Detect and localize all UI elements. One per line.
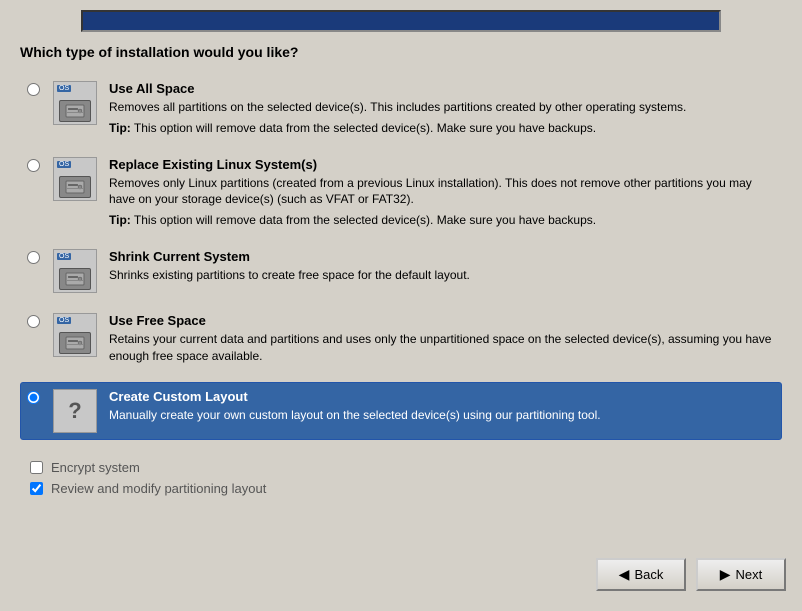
navigation-buttons: ◀ Back ▶ Next — [596, 558, 786, 591]
back-button[interactable]: ◀ Back — [596, 558, 686, 591]
radio-use-all-space[interactable] — [27, 83, 40, 96]
option-row-use-all-space[interactable]: OS Use All Space Removes all partitions o… — [20, 74, 782, 144]
next-icon: ▶ — [720, 566, 731, 583]
option-desc-use-free-space: Retains your current data and partitions… — [109, 331, 775, 365]
question-icon-create-custom: ? — [53, 389, 97, 433]
review-label: Review and modify partitioning layout — [51, 481, 266, 496]
option-title-create-custom: Create Custom Layout — [109, 389, 775, 404]
option-desc-use-all-space: Removes all partitions on the selected d… — [109, 99, 775, 116]
options-list: OS Use All Space Removes all partitions o… — [20, 74, 782, 440]
back-label: Back — [634, 567, 663, 582]
option-title-shrink-current: Shrink Current System — [109, 249, 775, 264]
radio-replace-linux[interactable] — [27, 159, 40, 172]
radio-use-free-space[interactable] — [27, 315, 40, 328]
option-tip-replace-linux: Tip: This option will remove data from t… — [109, 212, 775, 229]
checkboxes-section: Encrypt system Review and modify partiti… — [20, 460, 782, 496]
progress-bar — [81, 10, 721, 32]
main-content: Which type of installation would you lik… — [0, 32, 802, 512]
option-title-replace-linux: Replace Existing Linux System(s) — [109, 157, 775, 172]
option-title-use-all-space: Use All Space — [109, 81, 775, 96]
next-button[interactable]: ▶ Next — [696, 558, 786, 591]
radio-shrink-current[interactable] — [27, 251, 40, 264]
encrypt-label: Encrypt system — [51, 460, 140, 475]
option-row-shrink-current[interactable]: OS Shrink Current System Shrinks existing… — [20, 242, 782, 300]
option-desc-shrink-current: Shrinks existing partitions to create fr… — [109, 267, 775, 284]
option-row-replace-linux[interactable]: OS Replace Existing Linux System(s) Remov… — [20, 150, 782, 236]
option-desc-create-custom: Manually create your own custom layout o… — [109, 407, 775, 424]
page-question: Which type of installation would you lik… — [20, 44, 782, 60]
encrypt-checkbox-row: Encrypt system — [30, 460, 782, 475]
option-tip-use-all-space: Tip: This option will remove data from t… — [109, 120, 775, 137]
option-row-create-custom[interactable]: ? Create Custom Layout Manually create you… — [20, 382, 782, 440]
drive-icon-replace-linux: OS — [53, 157, 97, 201]
drive-icon-shrink-current: OS — [53, 249, 97, 293]
review-checkbox[interactable] — [30, 482, 43, 495]
radio-create-custom[interactable] — [27, 391, 40, 404]
option-title-use-free-space: Use Free Space — [109, 313, 775, 328]
review-checkbox-row: Review and modify partitioning layout — [30, 481, 782, 496]
drive-icon-use-all-space: OS — [53, 81, 97, 125]
drive-icon-use-free-space: OS — [53, 313, 97, 357]
next-label: Next — [736, 567, 763, 582]
back-icon: ◀ — [619, 566, 630, 583]
option-desc-replace-linux: Removes only Linux partitions (created f… — [109, 175, 775, 209]
encrypt-checkbox[interactable] — [30, 461, 43, 474]
option-row-use-free-space[interactable]: OS Use Free Space Retains your current da… — [20, 306, 782, 376]
